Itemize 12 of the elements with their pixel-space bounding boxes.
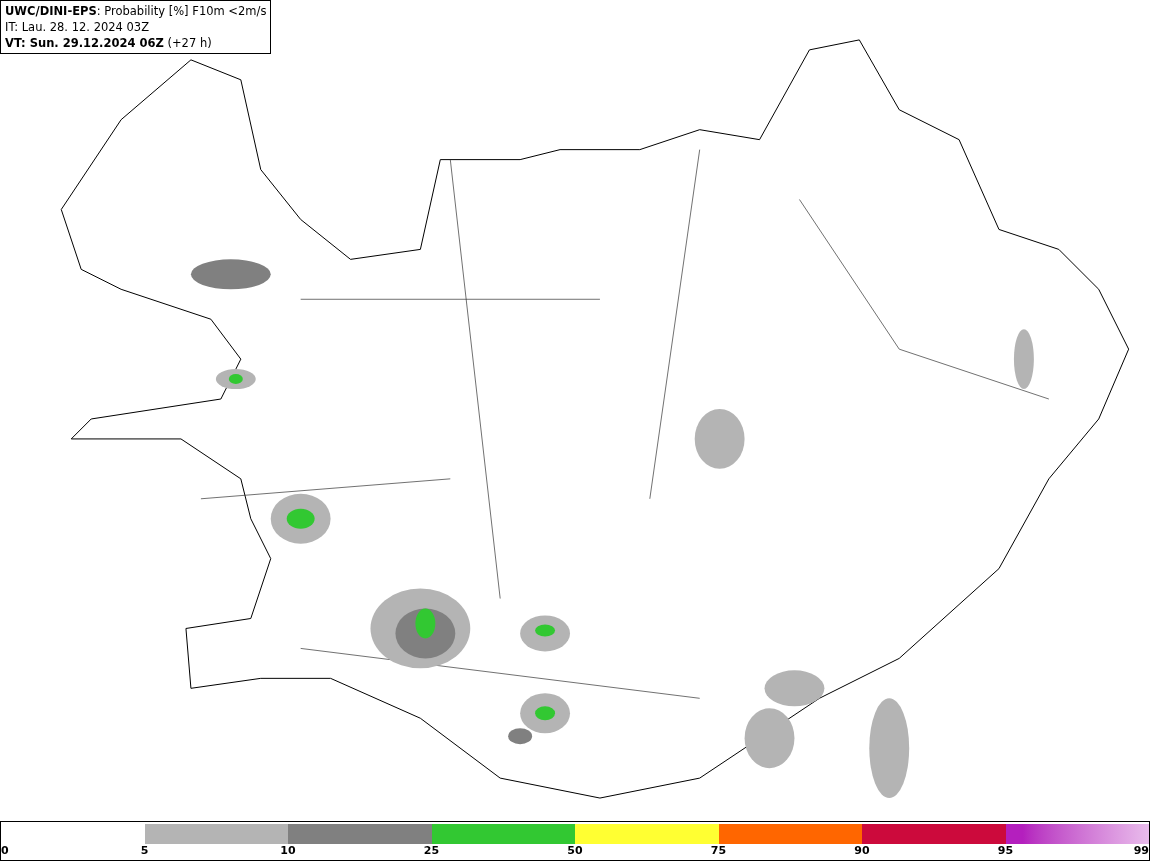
legend-label: 95 (997, 844, 1014, 857)
chart-title: UWC/DINI-EPS: Probability [%] F10m <2m/s (5, 3, 267, 19)
legend-label: 99 (1133, 844, 1149, 857)
legend-label: 10 (280, 844, 296, 857)
legend-label: 25 (423, 844, 440, 857)
issue-time: IT: Lau. 28. 12. 2024 03Z (5, 19, 151, 35)
legend-label: 5 (140, 844, 149, 857)
legend-label: 0 (1, 844, 9, 857)
legend-label: 50 (567, 844, 583, 857)
valid-time: VT: Sun. 29.12.2024 06Z (+27 h) (5, 35, 213, 51)
legend-label: 90 (854, 844, 870, 857)
legend-label: 75 (710, 844, 727, 857)
